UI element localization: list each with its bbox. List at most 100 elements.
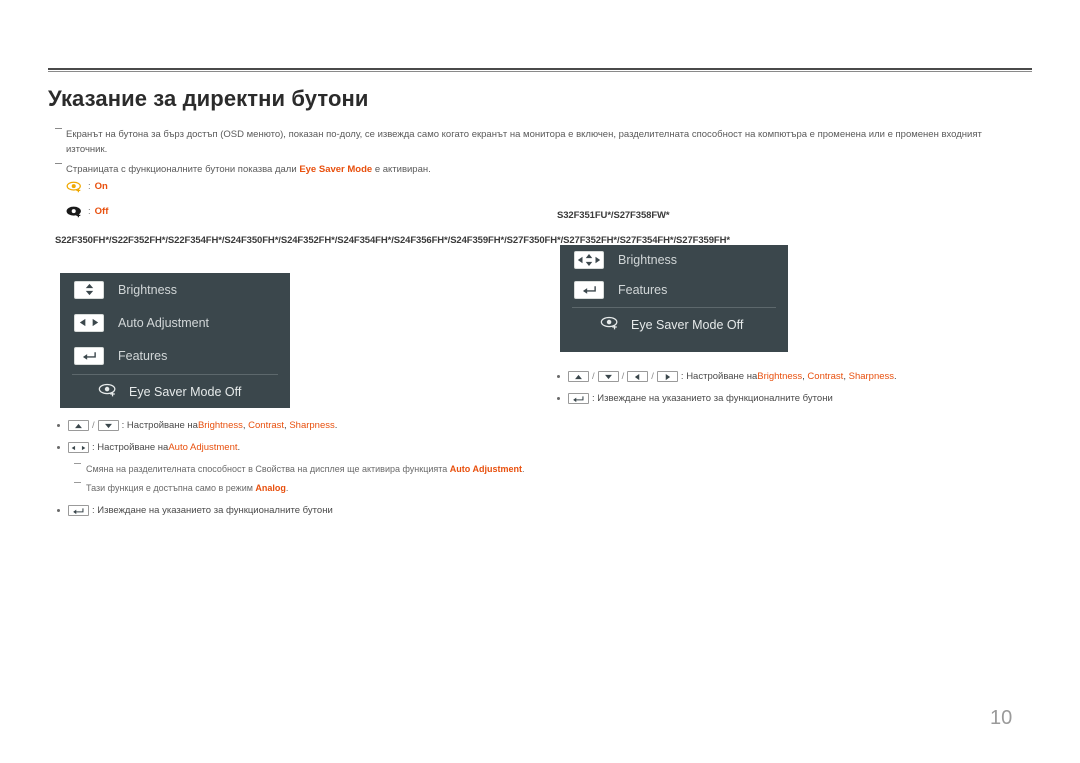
down-arrow-key <box>97 420 119 431</box>
osd-panel-right: Brightness Features Eye Saver Mode Off <box>560 245 788 352</box>
bullet-content: : Извеждане на указанието за функционалн… <box>68 503 333 518</box>
term-auto-adjustment: Auto Adjustment <box>168 442 238 453</box>
enter-key <box>568 393 589 404</box>
page-title: Указание за директни бутони <box>48 86 369 111</box>
bullet-text: : Настройване на <box>121 420 198 431</box>
osd-label-brightness: Brightness <box>618 253 678 267</box>
osd-label-features: Features <box>618 283 668 297</box>
subnote-suffix: . <box>521 464 525 474</box>
bullet-brightness-contrast-sharpness: / / / : Настройване на Brightness, Contr… <box>557 369 977 384</box>
four-way-arrows-icon <box>574 251 604 269</box>
osd-label-eye-saver: Eye Saver Mode Off <box>631 317 744 332</box>
page-number: 10 <box>990 707 1013 729</box>
subnote-dash-marker <box>74 463 81 465</box>
left-model-numbers: S22F350FH*/S22F352FH*/S22F354FH*/S24F350… <box>55 235 730 246</box>
note-dash-marker <box>55 163 62 165</box>
osd-row-brightness[interactable]: Brightness <box>560 245 788 275</box>
bullet-text: : Извеждане на указанието за функционалн… <box>92 505 333 516</box>
bullet-marker <box>57 446 60 449</box>
left-right-arrow-key <box>68 442 89 453</box>
manual-page: Указание за директни бутони Екранът на б… <box>0 0 1080 763</box>
osd-label-auto-adjustment: Auto Adjustment <box>118 315 210 330</box>
osd-row-eye-saver[interactable]: Eye Saver Mode Off <box>560 308 788 341</box>
osd-label-features: Features <box>118 348 168 363</box>
eye-saver-icon <box>600 315 620 335</box>
bullet-text: : Извеждане на указанието за функционалн… <box>592 393 833 404</box>
bullet-content: / / / : Настройване на Brightness, Contr… <box>568 369 897 384</box>
osd-row-features[interactable]: Features <box>60 339 290 372</box>
right-arrow-key <box>656 371 678 382</box>
subnote-analog-only: Тази функция е достъпна само в режим Ana… <box>74 481 527 495</box>
note-text: Страницата с функционалните бутони показ… <box>55 162 655 177</box>
bullet-function-key-guide: : Извеждане на указанието за функционалн… <box>57 503 527 518</box>
bullet-content: : Настройване на Auto Adjustment . <box>68 440 240 455</box>
up-down-arrows-icon <box>74 280 104 299</box>
legend-separator: : <box>88 206 91 217</box>
right-bullet-list: / / / : Настройване на Brightness, Contr… <box>557 369 977 413</box>
bullet-suffix: . <box>894 371 897 382</box>
key-separator: / <box>651 371 654 382</box>
subnote-resolution-change: Смяна на разделителната способност в Сво… <box>74 462 527 476</box>
term-sharpness: Sharpness <box>289 420 335 431</box>
eye-saver-mode-term: Eye Saver Mode <box>299 164 373 175</box>
bullet-marker <box>57 424 60 427</box>
bullet-text: : Настройване на <box>680 371 758 382</box>
note-text: Екранът на бутона за бърз достъп (OSD ме… <box>66 129 982 155</box>
note-osd-visibility: Екранът на бутона за бърз достъп (OSD ме… <box>55 127 1007 157</box>
key-separator: / <box>621 371 625 382</box>
down-arrow-key <box>597 371 619 382</box>
term-contrast: Contrast <box>248 420 285 431</box>
osd-panel-left: Brightness Auto Adjustment Features Eye … <box>60 273 290 408</box>
subnote-prefix: Смяна на разделителната способност в Сво… <box>86 464 450 474</box>
bullet-content: : Извеждане на указанието за функционалн… <box>568 391 833 406</box>
term-brightness: Brightness <box>197 420 243 431</box>
subnote-suffix: . <box>285 483 289 493</box>
term-sharpness: Sharpness <box>848 371 895 382</box>
left-right-arrows-icon <box>74 313 104 332</box>
subnote-dash-marker <box>74 482 81 484</box>
bullet-suffix: . <box>334 420 338 431</box>
osd-row-auto-adjustment[interactable]: Auto Adjustment <box>60 306 290 339</box>
bullet-marker <box>557 397 560 400</box>
bullet-content: / : Настройване на Brightness, Contrast,… <box>68 418 337 433</box>
eye-saver-icon <box>98 382 118 402</box>
right-model-numbers: S32F351FU*/S27F358FW* <box>557 210 670 221</box>
term-analog: Analog <box>255 483 286 493</box>
up-arrow-key <box>68 420 89 431</box>
note-suffix: е активиран. <box>372 164 431 175</box>
term-auto-adjustment: Auto Adjustment <box>449 464 522 474</box>
legend-state-off: Off <box>94 206 109 217</box>
bullet-marker <box>557 375 560 378</box>
note-eye-saver: Страницата с функционалните бутони показ… <box>55 162 655 177</box>
left-bullet-list: / : Настройване на Brightness, Contrast,… <box>57 418 527 525</box>
left-arrow-key <box>627 371 649 382</box>
eye-saver-off-icon <box>66 205 83 218</box>
eye-saver-on-icon <box>66 180 83 193</box>
up-arrow-key <box>568 371 589 382</box>
osd-row-eye-saver[interactable]: Eye Saver Mode Off <box>60 375 290 408</box>
legend-separator: : <box>88 181 91 192</box>
eye-saver-off-legend: : Off <box>66 205 108 218</box>
note-prefix: Страницата с функционалните бутони показ… <box>66 164 300 175</box>
bullet-text: : Настройване на <box>92 442 169 453</box>
enter-key-icon <box>74 346 104 365</box>
key-separator: / <box>592 371 595 382</box>
bullet-function-key-guide: : Извеждане на указанието за функционалн… <box>557 391 977 406</box>
legend-state-on: On <box>94 181 108 192</box>
header-divider <box>48 68 1032 72</box>
eye-saver-on-legend: : On <box>66 180 108 193</box>
bullet-auto-adjustment: : Настройване на Auto Adjustment . <box>57 440 527 455</box>
osd-row-features[interactable]: Features <box>560 275 788 305</box>
term-contrast: Contrast <box>807 371 844 382</box>
bullet-brightness-contrast-sharpness: / : Настройване на Brightness, Contrast,… <box>57 418 527 433</box>
key-separator: / <box>92 420 95 431</box>
subnote-prefix: Тази функция е достъпна само в режим <box>86 483 256 493</box>
osd-row-brightness[interactable]: Brightness <box>60 273 290 306</box>
osd-label-eye-saver: Eye Saver Mode Off <box>129 384 242 399</box>
enter-key-icon <box>574 281 604 299</box>
bullet-marker <box>57 509 60 512</box>
enter-key <box>68 505 89 516</box>
note-dash-marker <box>55 128 62 130</box>
osd-label-brightness: Brightness <box>118 282 178 297</box>
bullet-suffix: . <box>237 442 241 453</box>
